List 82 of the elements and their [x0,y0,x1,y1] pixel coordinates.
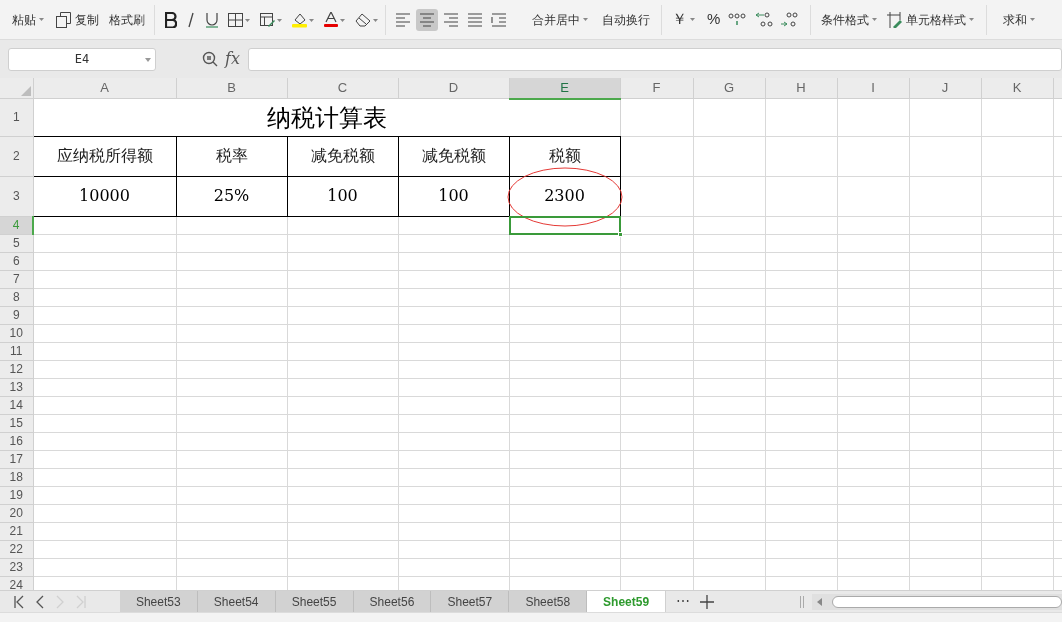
align-center-icon [419,11,435,28]
cell-value: 100 [327,186,358,205]
copy-icon[interactable] [56,11,71,28]
column-label: 应纳税所得额 [56,147,153,164]
format-painter-button[interactable]: 格式刷 [109,10,145,29]
cell-style-button[interactable]: 单元格样式 [887,10,975,29]
caret-icon[interactable] [969,18,975,21]
name-box[interactable]: E4 [8,47,156,71]
active-cell[interactable] [508,215,621,235]
merge-center-button[interactable]: 合并居中 [532,10,588,29]
scroll-left-icon[interactable] [816,597,825,606]
caret-icon[interactable] [872,18,878,21]
cell-reference: E4 [74,51,90,68]
caret-icon[interactable] [1030,18,1036,21]
fill-handle[interactable] [617,231,623,237]
align-center-button[interactable] [416,8,438,31]
column-label: 减免税额 [310,147,375,164]
dropdown-caret-icon [145,57,151,62]
sheet-tab[interactable]: Sheet58 [509,591,588,612]
sheet-tab[interactable]: Sheet54 [197,591,276,612]
column-header[interactable]: K [981,78,1053,99]
column-header[interactable]: J [909,78,981,99]
bold-icon[interactable] [165,11,177,28]
cell-value: 2300 [544,186,585,205]
column-header[interactable]: D [398,78,509,99]
cell-value: 25% [213,186,250,205]
sheet-tab[interactable]: Sheet53 [119,591,198,612]
column-header[interactable]: I [837,78,909,99]
column-header[interactable]: E [509,78,620,99]
scrollbar-thumb[interactable] [832,595,1062,608]
italic-icon[interactable] [186,11,196,28]
fill-color-icon[interactable] [292,11,315,28]
column-header[interactable]: F [620,78,693,99]
distributed-align-icon [491,11,507,28]
sheet-tab[interactable]: Sheet57 [431,591,510,612]
sheet-tab[interactable]: Sheet55 [275,591,354,612]
previous-sheet-icon[interactable] [36,594,44,609]
brush-frame-icon [887,11,904,28]
copy-button[interactable]: 复制 [56,10,99,29]
column-label: 税额 [548,147,581,164]
column-header[interactable]: C [287,78,398,99]
underline-icon[interactable] [205,11,219,28]
horizontal-scrollbar[interactable] [812,593,1062,610]
row-header[interactable]: 1 [0,98,33,136]
sheet-tab[interactable]: Sheet56 [353,591,432,612]
sheet-title: 纳税计算表 [266,104,387,131]
row-header[interactable]: 3 [0,176,33,216]
row-header[interactable]: 2 [0,136,33,176]
splitter-icon[interactable] [800,595,805,608]
font-color-icon[interactable] [324,11,346,28]
eraser-icon[interactable] [355,11,379,28]
cell-value: 10000 [79,186,130,205]
justify-icon [467,11,483,28]
more-sheets-button[interactable]: ⋯ [676,591,691,612]
caret-icon[interactable] [690,18,695,21]
format-cells-icon[interactable] [260,11,283,28]
column-header[interactable]: H [765,78,837,99]
percent-button[interactable]: % [707,8,721,31]
formula-input[interactable] [247,47,1062,71]
thousands-separator-icon[interactable] [728,11,747,28]
sheet-tab[interactable]: Sheet59 [587,591,667,612]
wrap-text-button[interactable]: 自动换行 [602,10,650,29]
cell-value: 100 [438,186,469,205]
column-header[interactable]: B [176,78,287,99]
caret-icon[interactable] [39,18,44,21]
paste-button[interactable]: 粘贴 [12,10,44,29]
conditional-format-button[interactable]: 条件格式 [821,10,878,29]
borders-icon[interactable] [228,11,251,28]
column-label: 税率 [215,147,248,164]
align-left-icon [395,11,411,28]
column-label: 减免税额 [421,147,486,164]
increase-decimal-icon[interactable] [754,10,775,29]
first-sheet-icon[interactable] [14,594,24,609]
function-button[interactable]: fx [225,47,240,71]
column-header[interactable]: A [33,78,176,99]
caret-icon[interactable] [583,18,588,21]
currency-button[interactable]: ￥ [672,8,695,31]
sum-button[interactable]: 求和 [1003,10,1036,29]
zoom-icon[interactable] [202,51,218,67]
align-right-icon [443,11,459,28]
column-header[interactable]: G [693,78,765,99]
decrease-decimal-icon[interactable] [780,10,799,29]
